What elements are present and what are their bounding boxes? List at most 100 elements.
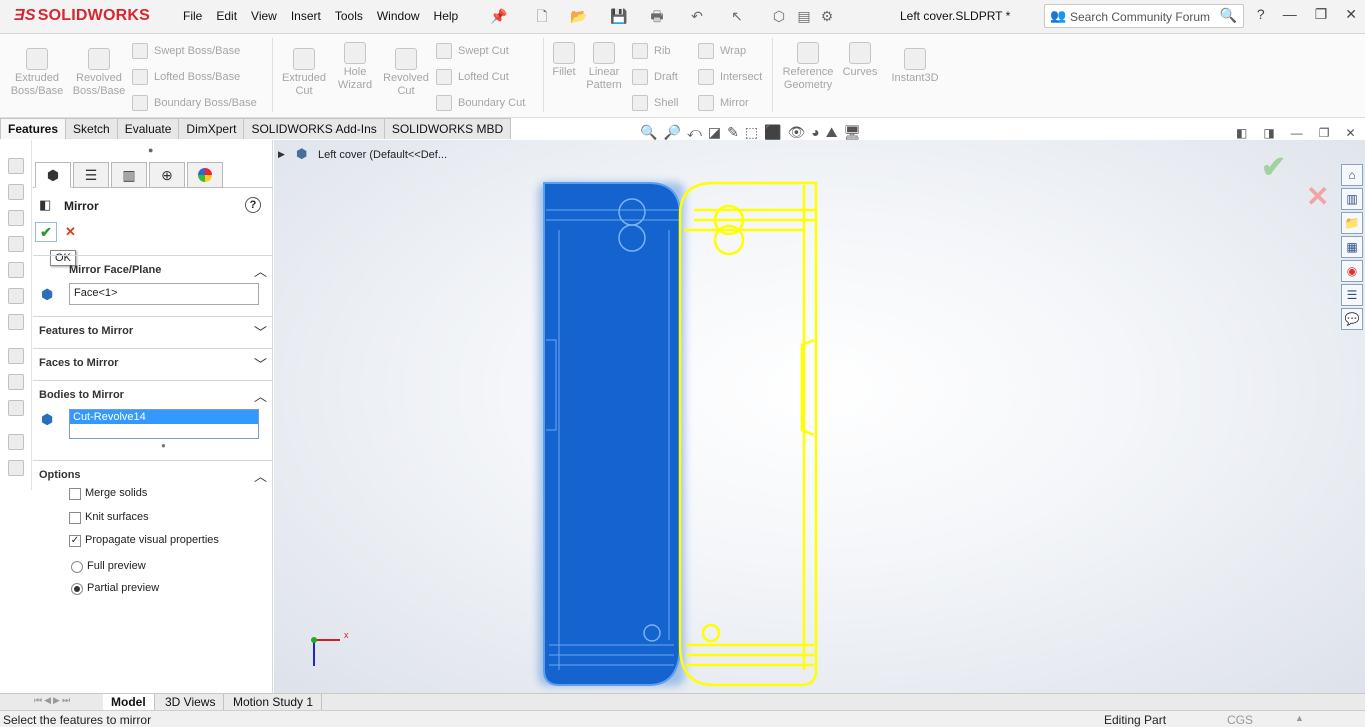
cancel-button[interactable]: ✕: [65, 224, 76, 240]
tab-mbd[interactable]: SOLIDWORKS MBD: [383, 118, 512, 139]
chevron-up-icon[interactable]: ︿: [254, 386, 267, 405]
view-settings-icon[interactable]: 🖥: [844, 124, 862, 141]
menu-help[interactable]: Help: [427, 9, 466, 23]
propagate-visual-checkbox[interactable]: ✓: [69, 535, 81, 547]
extruded-cut-button[interactable]: Extruded Cut: [278, 48, 330, 98]
revolved-boss-button[interactable]: Revolved Boss/Base: [70, 48, 128, 98]
section-view-icon[interactable]: ◪: [708, 124, 721, 141]
lofted-boss-button[interactable]: Lofted Boss/Base: [132, 69, 240, 85]
hole-wizard-button[interactable]: Hole Wizard: [332, 42, 378, 92]
revolved-cut-button[interactable]: Revolved Cut: [380, 48, 432, 98]
section-header[interactable]: Options: [39, 469, 81, 481]
dynamic-annotation-icon[interactable]: ✎: [727, 124, 739, 141]
strip-icon[interactable]: [8, 434, 24, 450]
bodies-list[interactable]: Cut-Revolve14: [69, 409, 259, 439]
minimize-icon[interactable]: —: [1283, 6, 1297, 23]
strip-icon[interactable]: [8, 314, 24, 330]
chevron-down-icon[interactable]: ﹀: [254, 322, 267, 341]
rib-button[interactable]: Rib: [632, 43, 671, 59]
tab-property-manager[interactable]: ☰: [73, 162, 109, 188]
section-faces-to-mirror[interactable]: Faces to Mirror ﹀: [33, 348, 273, 380]
swept-cut-button[interactable]: Swept Cut: [436, 43, 509, 59]
boundary-cut-button[interactable]: Boundary Cut: [436, 95, 525, 111]
mirror-button[interactable]: Mirror: [698, 95, 749, 111]
search-icon[interactable]: 🔍: [1220, 7, 1237, 24]
tab-motion-study[interactable]: Motion Study 1: [225, 694, 323, 711]
confirm-corner-cancel-icon[interactable]: ✕: [1306, 180, 1329, 213]
list-item[interactable]: Cut-Revolve14: [70, 410, 258, 424]
section-header[interactable]: Bodies to Mirror: [39, 389, 124, 401]
strip-icon[interactable]: [8, 236, 24, 252]
chevron-up-icon[interactable]: ︿: [254, 466, 267, 485]
section-features-to-mirror[interactable]: Features to Mirror ﹀: [33, 316, 273, 348]
partial-preview-radio[interactable]: [71, 583, 83, 595]
lofted-cut-button[interactable]: Lofted Cut: [436, 69, 509, 85]
tile-left-icon[interactable]: ◧: [1236, 126, 1247, 140]
file-explorer-icon[interactable]: 📁: [1341, 212, 1363, 234]
shell-button[interactable]: Shell: [632, 95, 678, 111]
chevron-down-icon[interactable]: ﹀: [254, 354, 267, 373]
units-dropdown-icon[interactable]: ▲: [1295, 713, 1304, 723]
solidworks-logo[interactable]: ƎS SOLIDWORKS: [14, 7, 150, 25]
help-icon[interactable]: ?: [245, 197, 261, 213]
appearances-icon[interactable]: ◉: [1341, 260, 1363, 282]
minimize-icon[interactable]: —: [1291, 126, 1303, 140]
tab-evaluate[interactable]: Evaluate: [116, 118, 180, 139]
restore-icon[interactable]: ❐: [1319, 126, 1330, 140]
full-preview-radio[interactable]: [71, 561, 83, 573]
strip-icon[interactable]: [8, 184, 24, 200]
tab-sketch[interactable]: Sketch: [65, 118, 118, 139]
strip-icon[interactable]: [8, 158, 24, 174]
tab-model[interactable]: Model: [103, 694, 155, 711]
prev-tab-icon[interactable]: ◀: [44, 695, 51, 706]
edit-appearance-icon[interactable]: ◕: [811, 124, 819, 141]
graphics-area[interactable]: ▶ ⬢ Left cover (Default<<Def... x ✔ ✕: [274, 140, 1365, 693]
strip-icon[interactable]: [8, 210, 24, 226]
solid-body[interactable]: [538, 182, 685, 686]
menu-insert[interactable]: Insert: [284, 9, 328, 23]
resize-handle[interactable]: ●: [161, 441, 166, 450]
tab-feature-manager[interactable]: ⬢: [35, 162, 71, 188]
tab-configuration-manager[interactable]: ▥: [111, 162, 147, 188]
new-document-icon[interactable]: 🗋: [533, 8, 551, 24]
extruded-boss-button[interactable]: Extruded Boss/Base: [8, 48, 66, 98]
menu-file[interactable]: File: [176, 9, 209, 23]
draft-button[interactable]: Draft: [632, 69, 678, 85]
linear-pattern-button[interactable]: Linear Pattern: [584, 42, 624, 92]
mirror-face-field[interactable]: Face<1>: [69, 283, 259, 305]
file-properties-icon[interactable]: ▤: [795, 8, 813, 24]
undo-icon[interactable]: ↶: [688, 8, 706, 24]
tab-display-manager[interactable]: [187, 162, 223, 188]
ok-button[interactable]: ✔: [35, 222, 57, 242]
collapse-handle[interactable]: ●: [148, 145, 153, 155]
intersect-button[interactable]: Intersect: [698, 69, 762, 85]
view-orientation-icon[interactable]: ⬚: [745, 124, 758, 141]
chevron-up-icon[interactable]: ︿: [254, 261, 267, 280]
menu-window[interactable]: Window: [370, 9, 427, 23]
wrap-button[interactable]: Wrap: [698, 43, 746, 59]
knit-surfaces-checkbox[interactable]: [69, 512, 81, 524]
help-icon[interactable]: ?: [1257, 6, 1265, 23]
reference-geometry-button[interactable]: Reference Geometry: [778, 42, 838, 92]
tab-scroll-arrows[interactable]: ⏮ ◀ ▶ ⏭: [34, 695, 70, 706]
select-icon[interactable]: ↖: [728, 8, 746, 24]
zoom-to-fit-icon[interactable]: 🔍: [640, 124, 657, 141]
strip-icon[interactable]: [8, 348, 24, 364]
print-icon[interactable]: 🖶: [648, 8, 666, 24]
tile-right-icon[interactable]: ◨: [1263, 126, 1274, 140]
search-community-input[interactable]: 👥 Search Community Forum 🔍: [1044, 4, 1244, 28]
strip-icon[interactable]: [8, 460, 24, 476]
forum-icon[interactable]: 💬: [1341, 308, 1363, 330]
display-style-icon[interactable]: ⬛: [764, 124, 781, 141]
menu-tools[interactable]: Tools: [328, 9, 370, 23]
tab-features[interactable]: Features: [0, 118, 67, 139]
strip-icon[interactable]: [8, 262, 24, 278]
menu-view[interactable]: View: [244, 9, 284, 23]
restore-icon[interactable]: ❐: [1315, 6, 1328, 23]
options-gear-icon[interactable]: ⚙: [818, 8, 836, 24]
tab-dimxpert[interactable]: DimXpert: [178, 118, 245, 139]
close-icon[interactable]: ✕: [1345, 6, 1357, 23]
save-icon[interactable]: 💾: [610, 8, 628, 24]
previous-view-icon[interactable]: ⤺: [687, 124, 702, 141]
last-tab-icon[interactable]: ⏭: [62, 695, 70, 706]
